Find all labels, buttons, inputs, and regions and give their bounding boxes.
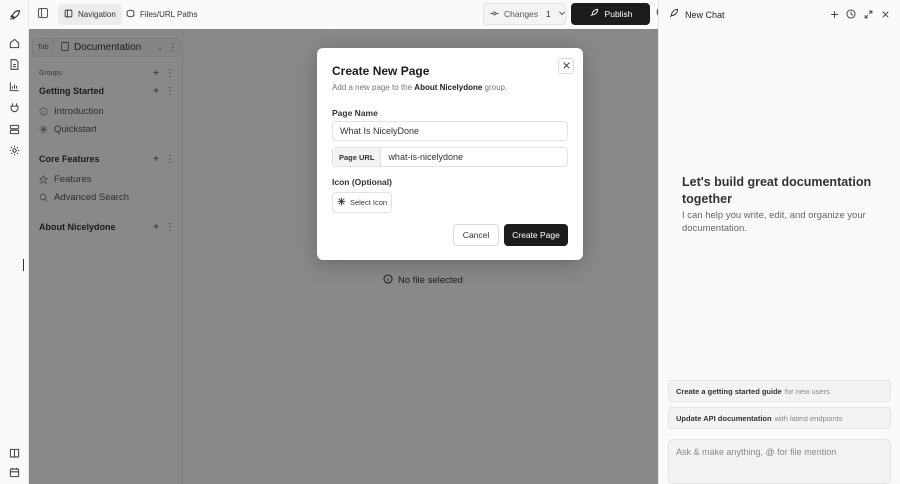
chat-title: New Chat xyxy=(685,9,725,20)
changes-icon xyxy=(490,9,499,20)
create-page-button[interactable]: Create Page xyxy=(504,224,568,246)
close-button[interactable] xyxy=(558,58,574,74)
suggestion-detail: for new users xyxy=(784,386,830,396)
sidebar-toggle-icon[interactable] xyxy=(37,7,51,21)
sparkle-icon xyxy=(337,197,346,208)
select-icon-label: Select Icon xyxy=(349,198,388,207)
files-icon xyxy=(126,9,135,20)
icon-label: Icon (Optional) xyxy=(332,177,392,187)
subtitle-text: Add a new page to the xyxy=(332,83,413,92)
chat-panel: New Chat Let's build great documentation… xyxy=(658,0,900,484)
dialog-subtitle: Add a new page to the About Nicelydone g… xyxy=(332,83,507,92)
changes-button[interactable]: Changes 1 xyxy=(483,3,566,25)
analytics-icon[interactable] xyxy=(7,79,22,94)
suggestion-title: Update API documentation xyxy=(676,413,772,423)
page-name-value: What Is NicelyDone xyxy=(340,126,420,136)
chat-hero-subtitle: I can help you write, edit, and organize… xyxy=(682,210,866,234)
left-rail xyxy=(0,0,29,484)
chat-header: New Chat xyxy=(668,8,725,21)
suggestion-chip[interactable]: Update API documentation with latest end… xyxy=(668,407,891,429)
calendar-icon[interactable] xyxy=(7,465,22,480)
subtitle-text-end: group. xyxy=(484,83,508,92)
suggestion-title: Create a getting started guide xyxy=(676,386,782,396)
rocket-icon xyxy=(589,8,599,20)
page-url-field[interactable]: Page URL what-is-nicelydone xyxy=(332,147,568,167)
chat-input[interactable]: Ask & make anything, @ for file mention xyxy=(668,439,891,484)
publish-label: Publish xyxy=(604,9,633,19)
chat-actions xyxy=(829,9,890,19)
select-icon-button[interactable]: Select Icon xyxy=(332,192,392,213)
settings-icon[interactable] xyxy=(7,143,22,158)
close-icon[interactable] xyxy=(880,9,890,19)
changes-label: Changes xyxy=(504,9,539,19)
chat-hero-title: Let's build great documentation together xyxy=(682,175,872,206)
changes-count-badge: 1 xyxy=(546,9,551,19)
subtitle-group-name: About Nicelydone xyxy=(414,83,483,92)
tab-navigation-label: Navigation xyxy=(78,10,116,19)
logo-icon[interactable] xyxy=(7,8,22,23)
chevron-down-icon xyxy=(558,9,566,19)
pages-icon[interactable] xyxy=(7,57,22,72)
dialog-title: Create New Page xyxy=(332,64,430,78)
rocket-icon xyxy=(668,8,679,21)
plus-icon[interactable] xyxy=(829,9,839,19)
integrations-icon[interactable] xyxy=(7,100,22,115)
page-url-prefix: Page URL xyxy=(333,148,382,166)
tab-files-label: Files/URL Paths xyxy=(140,10,198,19)
top-bar: Navigation Files/URL Paths Changes 1 Pub… xyxy=(29,0,668,29)
publish-button[interactable]: Publish xyxy=(571,3,650,25)
create-page-dialog: Create New Page Add a new page to the Ab… xyxy=(317,48,583,260)
history-icon[interactable] xyxy=(846,9,856,19)
home-icon[interactable] xyxy=(7,36,22,51)
tab-files-url-paths[interactable]: Files/URL Paths xyxy=(120,4,204,25)
page-url-value: what-is-nicelydone xyxy=(388,152,463,162)
docs-book-icon[interactable] xyxy=(7,446,22,461)
tab-navigation[interactable]: Navigation xyxy=(58,4,122,25)
navigation-icon xyxy=(64,9,73,20)
cancel-button[interactable]: Cancel xyxy=(453,224,499,246)
page-name-input[interactable]: What Is NicelyDone xyxy=(332,121,568,141)
suggestion-chip[interactable]: Create a getting started guide for new u… xyxy=(668,380,891,402)
database-icon[interactable] xyxy=(7,122,22,137)
suggestion-detail: with latest endpoints xyxy=(774,413,843,423)
expand-icon[interactable] xyxy=(863,9,873,19)
text-cursor xyxy=(23,259,24,271)
page-name-label: Page Name xyxy=(332,108,378,118)
close-icon xyxy=(562,59,571,73)
chat-input-placeholder: Ask & make anything, @ for file mention xyxy=(676,447,837,457)
